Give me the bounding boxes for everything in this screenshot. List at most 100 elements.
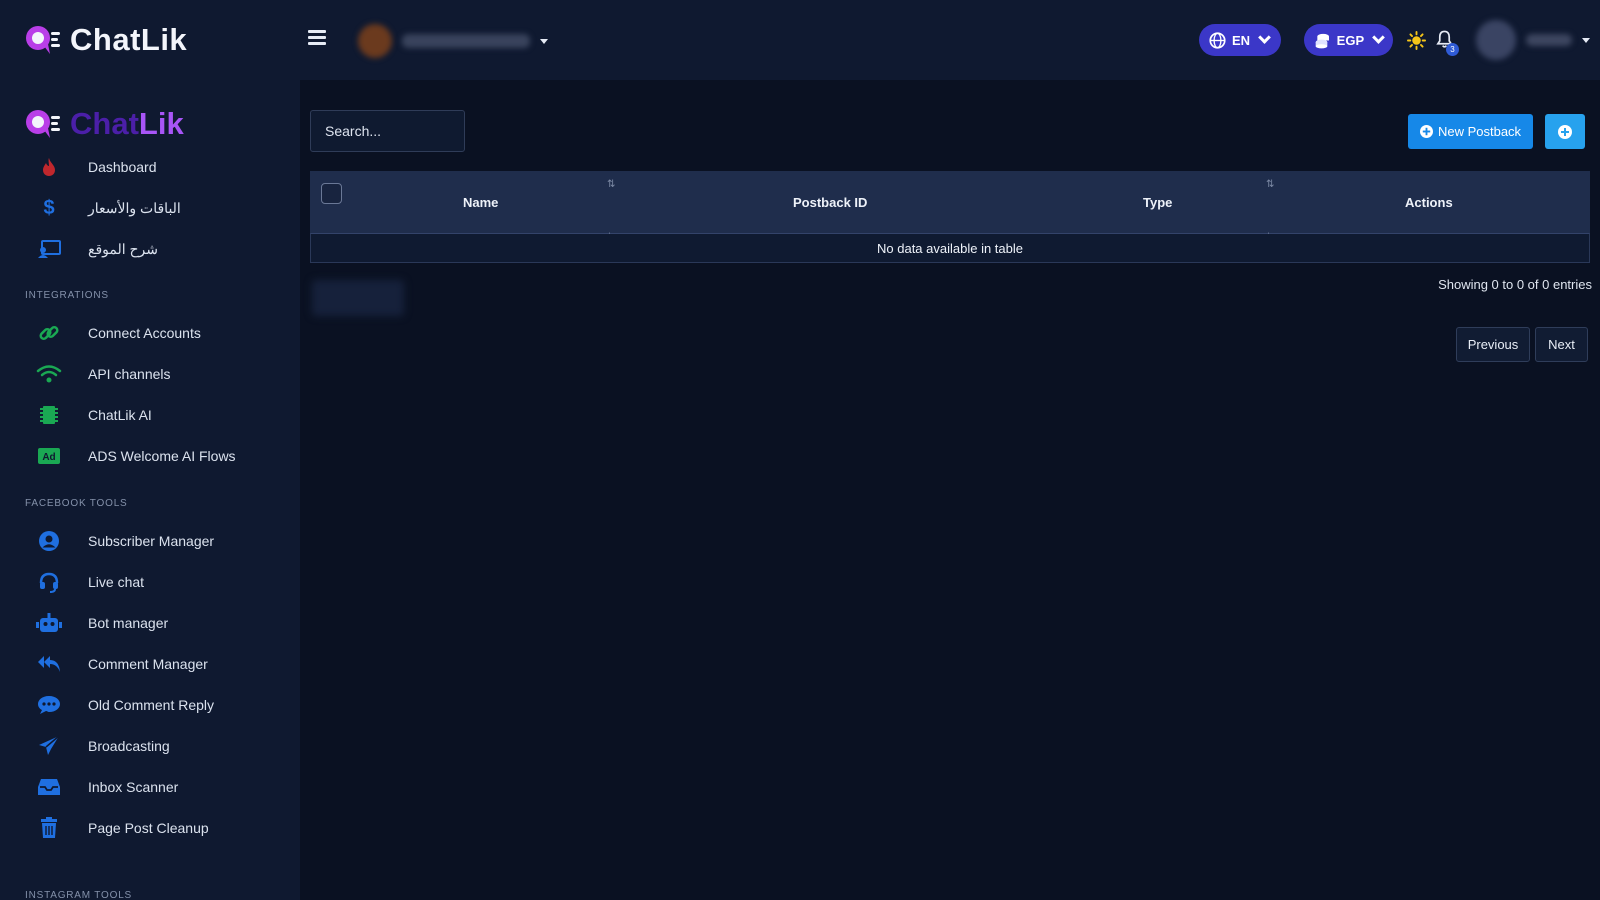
theme-toggle-sun-icon[interactable] bbox=[1407, 31, 1426, 55]
table-info: Showing 0 to 0 of 0 entries bbox=[1438, 277, 1592, 292]
sidebar-item-label: Dashboard bbox=[88, 159, 157, 175]
brand-name: ChatLik bbox=[70, 22, 188, 57]
notifications-bell-icon[interactable]: 3 bbox=[1436, 29, 1459, 56]
sidebar-item-site-guide[interactable]: شرح الموقع bbox=[36, 236, 158, 262]
comment-dots-icon bbox=[36, 692, 62, 718]
user-circle-icon bbox=[36, 528, 62, 554]
chevron-down-icon bbox=[1258, 31, 1271, 44]
search-input[interactable] bbox=[310, 110, 465, 152]
sidebar-item-pricing[interactable]: $ الباقات والأسعار bbox=[36, 195, 181, 221]
account-selector[interactable] bbox=[358, 24, 548, 58]
presentation-icon bbox=[36, 236, 62, 262]
chevron-down-icon bbox=[1372, 31, 1385, 44]
column-resize-marker: ˈ bbox=[608, 232, 612, 243]
sidebar-item-label: API channels bbox=[88, 366, 171, 382]
column-header-actions: Actions bbox=[1405, 194, 1453, 210]
section-integrations: INTEGRATIONS bbox=[25, 290, 109, 301]
language-selector[interactable]: EN bbox=[1199, 24, 1281, 56]
sidebar-item-inbox-scanner[interactable]: Inbox Scanner bbox=[36, 774, 178, 800]
page-length-selector-blurred[interactable] bbox=[312, 280, 404, 316]
sidebar-item-label: الباقات والأسعار bbox=[88, 199, 181, 216]
table-empty-row: ˈ No data available in table ˈ bbox=[310, 232, 1590, 263]
currency-selector[interactable]: EGP bbox=[1304, 24, 1393, 56]
sidebar-item-label: Comment Manager bbox=[88, 656, 208, 672]
postback-table: Name ⇅ Postback ID Type ⇅ Actions ˈ No d… bbox=[310, 171, 1590, 263]
link-icon bbox=[36, 320, 62, 346]
sidebar-item-label: Inbox Scanner bbox=[88, 779, 179, 795]
empty-message: No data available in table bbox=[877, 240, 1023, 256]
sidebar-item-page-post-cleanup[interactable]: Page Post Cleanup bbox=[36, 815, 209, 841]
sidebar-item-bot-manager[interactable]: Bot manager bbox=[36, 610, 168, 636]
sidebar-brand-logo[interactable]: ChatLik bbox=[24, 106, 184, 142]
inbox-icon bbox=[36, 774, 62, 800]
sidebar-item-api-channels[interactable]: API channels bbox=[36, 361, 171, 387]
sidebar-item-label: ChatLik AI bbox=[88, 407, 152, 423]
sidebar-item-label: Broadcasting bbox=[88, 738, 170, 754]
ad-icon: Ad bbox=[36, 443, 62, 469]
sidebar-item-label: ADS Welcome AI Flows bbox=[88, 448, 236, 464]
column-header-postback-id[interactable]: Postback ID bbox=[793, 171, 867, 233]
sidebar-item-label: Bot manager bbox=[88, 615, 169, 631]
new-postback-button[interactable]: New Postback bbox=[1408, 114, 1533, 149]
sort-icon[interactable]: ⇅ bbox=[607, 179, 615, 190]
new-postback-label: New Postback bbox=[1437, 124, 1522, 139]
user-name-blurred bbox=[1526, 34, 1572, 46]
currency-label: EGP bbox=[1336, 32, 1365, 48]
brand-logo[interactable]: ChatLik bbox=[24, 22, 187, 58]
sidebar-item-chatlik-ai[interactable]: ChatLik AI bbox=[36, 402, 152, 428]
chatlik-logo-icon bbox=[26, 110, 60, 138]
sidebar-item-comment-manager[interactable]: Comment Manager bbox=[36, 651, 208, 677]
select-all-checkbox[interactable] bbox=[321, 183, 342, 204]
chatlik-logo-icon bbox=[26, 26, 60, 54]
next-page-button[interactable]: Next bbox=[1535, 327, 1588, 362]
column-header-name[interactable]: Name bbox=[463, 171, 498, 233]
sidebar-item-live-chat[interactable]: Live chat bbox=[36, 569, 144, 595]
sidebar-item-ads-welcome[interactable]: Ad ADS Welcome AI Flows bbox=[36, 443, 236, 469]
sidebar-item-dashboard[interactable]: Dashboard bbox=[36, 154, 157, 180]
coins-icon bbox=[1315, 33, 1329, 48]
sidebar-item-label: شرح الموقع bbox=[88, 240, 159, 257]
globe-icon bbox=[1209, 31, 1226, 49]
caret-down-icon bbox=[540, 38, 548, 44]
sidebar-item-old-comment-reply[interactable]: Old Comment Reply bbox=[36, 692, 214, 718]
section-instagram-tools: INSTAGRAM TOOLS bbox=[25, 890, 133, 900]
dollar-icon: $ bbox=[43, 196, 55, 219]
table-header: Name ⇅ Postback ID Type ⇅ Actions bbox=[310, 171, 1590, 233]
sidebar-item-label: Subscriber Manager bbox=[88, 533, 215, 549]
sidebar-item-connect-accounts[interactable]: Connect Accounts bbox=[36, 320, 201, 346]
sidebar-brand-chat: Chat bbox=[70, 106, 139, 141]
reply-all-icon bbox=[36, 651, 62, 677]
caret-down-icon bbox=[1582, 37, 1590, 43]
sidebar-item-broadcasting[interactable]: Broadcasting bbox=[36, 733, 170, 759]
user-avatar bbox=[1476, 20, 1516, 60]
add-button[interactable] bbox=[1545, 114, 1585, 149]
sidebar-item-label: Old Comment Reply bbox=[88, 697, 215, 713]
headset-icon bbox=[36, 569, 62, 595]
sidebar: ChatLik Dashboard $ الباقات والأسعار شرح… bbox=[0, 80, 300, 900]
account-avatar bbox=[358, 24, 392, 58]
fire-icon bbox=[36, 154, 62, 180]
sidebar-item-label: Live chat bbox=[88, 574, 145, 590]
language-label: EN bbox=[1232, 32, 1251, 48]
top-header: ChatLik EN EGP 3 bbox=[0, 0, 1600, 80]
column-header-type[interactable]: Type bbox=[1143, 171, 1172, 233]
sidebar-brand-lik: Lik bbox=[138, 106, 184, 141]
menu-toggle-icon[interactable] bbox=[308, 30, 326, 46]
section-facebook-tools: FACEBOOK TOOLS bbox=[25, 498, 128, 509]
previous-page-button[interactable]: Previous bbox=[1456, 327, 1530, 362]
sidebar-item-label: Page Post Cleanup bbox=[88, 820, 209, 836]
svg-text:Ad: Ad bbox=[42, 452, 55, 463]
plus-circle-icon bbox=[1558, 124, 1572, 139]
sidebar-item-label: Connect Accounts bbox=[88, 325, 201, 341]
chip-icon bbox=[36, 402, 62, 428]
user-menu[interactable] bbox=[1476, 20, 1590, 60]
wifi-icon bbox=[36, 361, 62, 387]
notification-count-badge: 3 bbox=[1446, 43, 1459, 56]
sort-icon[interactable]: ⇅ bbox=[1266, 179, 1274, 190]
robot-icon bbox=[36, 610, 62, 636]
account-name-blurred bbox=[402, 34, 530, 48]
sidebar-item-subscriber-manager[interactable]: Subscriber Manager bbox=[36, 528, 214, 554]
plus-circle-icon bbox=[1419, 125, 1433, 138]
paper-plane-icon bbox=[36, 733, 62, 759]
column-resize-marker: ˈ bbox=[1267, 232, 1271, 243]
